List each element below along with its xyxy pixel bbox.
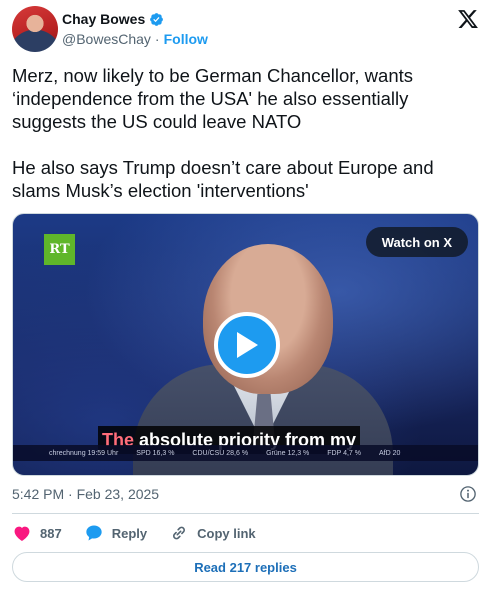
ticker-item: AfD 20 — [378, 449, 401, 457]
play-button[interactable] — [214, 312, 280, 378]
tweet-paragraph: He also says Trump doesn’t care about Eu… — [12, 157, 434, 201]
ticker-item: chrechnung 19:59 Uhr — [49, 449, 119, 457]
verified-badge-icon — [150, 12, 164, 26]
separator-dot: · — [154, 31, 160, 47]
author-display-name[interactable]: Chay Bowes — [62, 11, 145, 27]
author-name-row: Chay Bowes — [62, 11, 164, 27]
copy-link-button[interactable]: Copy link — [169, 523, 256, 543]
tweet-actions: 887 Reply Copy link — [12, 522, 278, 544]
divider — [12, 513, 479, 514]
author-avatar[interactable] — [12, 6, 58, 52]
tweet-text: Merz, now likely to be German Chancellor… — [12, 64, 478, 225]
heart-icon — [14, 526, 30, 541]
tweet-paragraph: Merz, now likely to be German Chancellor… — [12, 65, 414, 132]
tweet-timestamp[interactable]: 5:42 PM · Feb 23, 2025 — [12, 486, 159, 502]
author-handle-row: @BowesChay · Follow — [62, 31, 208, 47]
election-ticker: chrechnung 19:59 Uhr SPD 16,3 % CDU/CSU … — [13, 445, 478, 461]
video-player[interactable]: RT Watch on X The absolute priority from… — [12, 213, 479, 476]
follow-button[interactable]: Follow — [164, 31, 208, 47]
tweet-card: Chay Bowes @BowesChay · Follow Merz, now… — [0, 0, 491, 591]
play-icon — [237, 332, 258, 358]
link-icon — [173, 526, 186, 540]
reply-label: Reply — [111, 525, 148, 541]
channel-logo: RT — [44, 234, 75, 265]
read-replies-button[interactable]: Read 217 replies — [12, 552, 479, 582]
author-handle[interactable]: @BowesChay — [62, 31, 151, 47]
ticker-item: SPD 16,3 % — [136, 449, 175, 457]
ticker-item: FDP 4,7 % — [327, 449, 361, 457]
like-button[interactable]: 887 — [12, 523, 62, 543]
info-icon[interactable] — [459, 485, 477, 503]
ticker-item: CDU/CSU 28,6 % — [192, 449, 249, 457]
like-count: 887 — [40, 525, 62, 541]
ticker-item: Grüne 12,3 % — [266, 449, 310, 457]
watch-on-x-button[interactable]: Watch on X — [365, 227, 468, 257]
reply-bubble-icon — [86, 525, 102, 541]
reply-button[interactable]: Reply — [84, 523, 147, 543]
copy-link-label: Copy link — [197, 525, 256, 541]
x-logo-icon[interactable] — [457, 8, 479, 30]
